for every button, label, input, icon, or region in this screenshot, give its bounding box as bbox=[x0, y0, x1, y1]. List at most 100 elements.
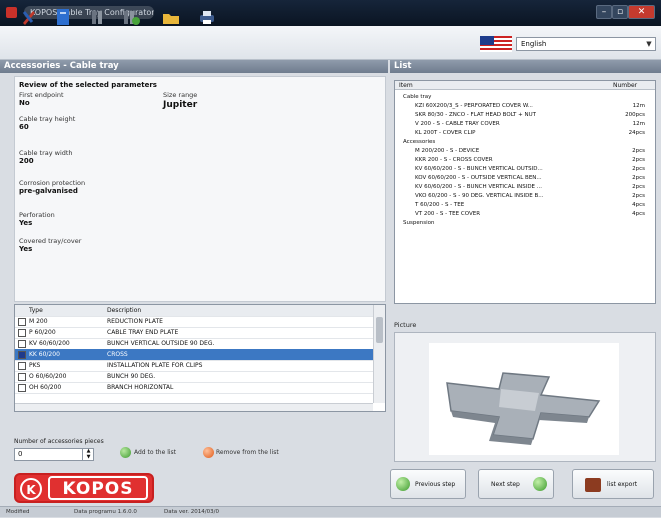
first-endpoint-value: No bbox=[19, 99, 30, 107]
list-item[interactable]: KZI 60X200/3_S - PERFORATED COVER W... 12… bbox=[399, 102, 651, 111]
book-icon[interactable] bbox=[88, 6, 110, 28]
list-group[interactable]: Cable tray bbox=[399, 93, 651, 102]
book-add-icon[interactable] bbox=[120, 6, 142, 28]
column-type-header[interactable]: Type bbox=[29, 305, 99, 316]
size-range-value: Jupiter bbox=[163, 100, 198, 110]
list-group[interactable]: Accessories bbox=[399, 138, 651, 147]
row-description: CROSS bbox=[107, 351, 128, 358]
row-checkbox[interactable] bbox=[18, 362, 26, 370]
column-description-header[interactable]: Description bbox=[107, 305, 307, 316]
row-checkbox[interactable] bbox=[18, 329, 26, 337]
list-item-header[interactable]: Item bbox=[399, 81, 413, 90]
accessories-header: Accessories - Cable tray bbox=[0, 60, 388, 73]
minimize-button[interactable]: – bbox=[596, 5, 612, 19]
list-item-quantity: 2pcs bbox=[632, 157, 645, 163]
row-type: KK 60/200 bbox=[29, 351, 60, 358]
row-type: OH 60/200 bbox=[29, 384, 62, 391]
list-item-quantity: 24pcs bbox=[628, 130, 645, 136]
row-description: BRANCH HORIZONTAL bbox=[107, 384, 174, 391]
list-item-quantity: 200pcs bbox=[625, 112, 645, 118]
list-item-text: M 200/200 - S - DEVICE bbox=[415, 148, 480, 154]
status-bar: Modified Data programu 1.6.0.0 Data ver.… bbox=[0, 506, 661, 517]
add-to-list-button[interactable]: Add to the list bbox=[134, 449, 176, 456]
list-export-button[interactable]: list export bbox=[572, 469, 654, 499]
list-item[interactable]: V 200 - S - CABLE TRAY COVER 12m bbox=[399, 120, 651, 129]
add-to-list-icon[interactable] bbox=[120, 447, 131, 458]
row-type: O 60/60/200 bbox=[29, 373, 67, 380]
folder-icon[interactable] bbox=[160, 6, 182, 28]
list-item-text: KKR 200 - S - CROSS COVER bbox=[415, 157, 493, 163]
row-checkbox[interactable] bbox=[18, 384, 26, 392]
row-description: REDUCTION PLATE bbox=[107, 318, 163, 325]
list-column-header: Item Number bbox=[395, 81, 655, 90]
product-image bbox=[429, 343, 619, 455]
list-item[interactable]: KV 60/60/200 - S - BUNCH VERTICAL OUTSID… bbox=[399, 165, 651, 174]
list-export-label: list export bbox=[607, 481, 638, 488]
list-item[interactable]: KV 60/60/200 - S - BUNCH VERTICAL INSIDE… bbox=[399, 183, 651, 192]
status-modified: Modified bbox=[6, 509, 30, 515]
chevron-down-icon: ▼ bbox=[646, 40, 652, 48]
picture-panel bbox=[394, 332, 656, 462]
list-item[interactable]: VT 200 - S - TEE COVER 4pcs bbox=[399, 210, 651, 219]
print-icon[interactable] bbox=[196, 6, 218, 28]
list-item[interactable]: VKO 60/200 - S - 90 DEG. VERTICAL INSIDE… bbox=[399, 192, 651, 201]
list-item[interactable]: KL 200T - COVER CLIP 24pcs bbox=[399, 129, 651, 138]
list-item-quantity: 12m bbox=[632, 121, 645, 127]
list-item[interactable]: KOV 60/60/200 - S - OUTSIDE VERTICAL BEN… bbox=[399, 174, 651, 183]
table-vertical-scrollbar[interactable] bbox=[373, 305, 385, 403]
close-button[interactable]: ✕ bbox=[628, 5, 655, 19]
language-select[interactable]: English ▼ bbox=[516, 37, 656, 51]
list-item-text: Suspension bbox=[403, 220, 435, 226]
list-group[interactable]: Suspension bbox=[399, 219, 651, 228]
list-item[interactable]: SKR 80/30 - ZNCO - FLAT HEAD BOLT + NUT 2… bbox=[399, 111, 651, 120]
tools-icon[interactable] bbox=[18, 6, 40, 28]
status-program-version: Data programu 1.6.0.0 bbox=[74, 509, 137, 515]
picture-label: Picture bbox=[394, 321, 417, 329]
kopos-logo: K KOPOS bbox=[14, 473, 154, 503]
list-number-header[interactable]: Number bbox=[613, 81, 637, 90]
quantity-label: Number of accessories pieces bbox=[14, 438, 104, 445]
list-item-text: KZI 60X200/3_S - PERFORATED COVER W... bbox=[415, 103, 533, 109]
list-item-quantity: 4pcs bbox=[632, 202, 645, 208]
list-item-quantity: 2pcs bbox=[632, 193, 645, 199]
list-item-text: KV 60/60/200 - S - BUNCH VERTICAL OUTSID… bbox=[415, 166, 543, 172]
parts-list: Item Number Cable tray KZI 60X200/3_S - P… bbox=[394, 80, 656, 304]
table-horizontal-scrollbar[interactable] bbox=[15, 403, 373, 411]
arrow-right-icon bbox=[533, 477, 547, 491]
maximize-button[interactable]: ▫ bbox=[612, 5, 628, 19]
height-label: Cable tray height bbox=[19, 115, 76, 123]
list-item[interactable]: KKR 200 - S - CROSS COVER 2pcs bbox=[399, 156, 651, 165]
scroll-thumb[interactable] bbox=[376, 317, 383, 343]
row-checkbox[interactable] bbox=[18, 373, 26, 381]
row-checkbox[interactable] bbox=[18, 340, 26, 348]
next-step-label: Next step bbox=[491, 481, 520, 488]
export-icon bbox=[585, 478, 601, 492]
list-item[interactable]: T 60/200 - S - TEE 4pcs bbox=[399, 201, 651, 210]
width-label: Cable tray width bbox=[19, 149, 73, 157]
size-range-label: Size range bbox=[163, 91, 198, 99]
status-data-version: Data ver. 2014/03/0 bbox=[164, 509, 219, 515]
list-item-quantity: 2pcs bbox=[632, 166, 645, 172]
quantity-stepper[interactable]: ▲ ▼ bbox=[82, 448, 94, 461]
row-description: CABLE TRAY END PLATE bbox=[107, 329, 179, 336]
list-item-text: VKO 60/200 - S - 90 DEG. VERTICAL INSIDE… bbox=[415, 193, 544, 199]
accessories-table: Type Description M 200 REDUCTION PLATE P … bbox=[14, 304, 386, 412]
height-value: 60 bbox=[19, 123, 29, 131]
document-icon[interactable] bbox=[52, 6, 74, 28]
list-item-text: V 200 - S - CABLE TRAY COVER bbox=[415, 121, 500, 127]
previous-step-button[interactable]: Previous step bbox=[390, 469, 466, 499]
remove-from-list-icon[interactable] bbox=[203, 447, 214, 458]
list-item-text: Accessories bbox=[403, 139, 436, 145]
table-row[interactable]: OH 60/200 BRANCH HORIZONTAL bbox=[15, 382, 373, 394]
next-step-button[interactable]: Next step bbox=[478, 469, 554, 499]
covered-value: Yes bbox=[19, 245, 33, 253]
row-checkbox[interactable] bbox=[18, 318, 26, 326]
list-item-text: KL 200T - COVER CLIP bbox=[415, 130, 476, 136]
list-item-text: Cable tray bbox=[403, 94, 432, 100]
row-description: BUNCH 90 DEG. bbox=[107, 373, 156, 380]
row-checkbox[interactable] bbox=[18, 351, 26, 359]
perforation-value: Yes bbox=[19, 219, 33, 227]
list-item-text: T 60/200 - S - TEE bbox=[415, 202, 465, 208]
list-item[interactable]: M 200/200 - S - DEVICE 2pcs bbox=[399, 147, 651, 156]
remove-from-list-button[interactable]: Remove from the list bbox=[216, 449, 279, 456]
